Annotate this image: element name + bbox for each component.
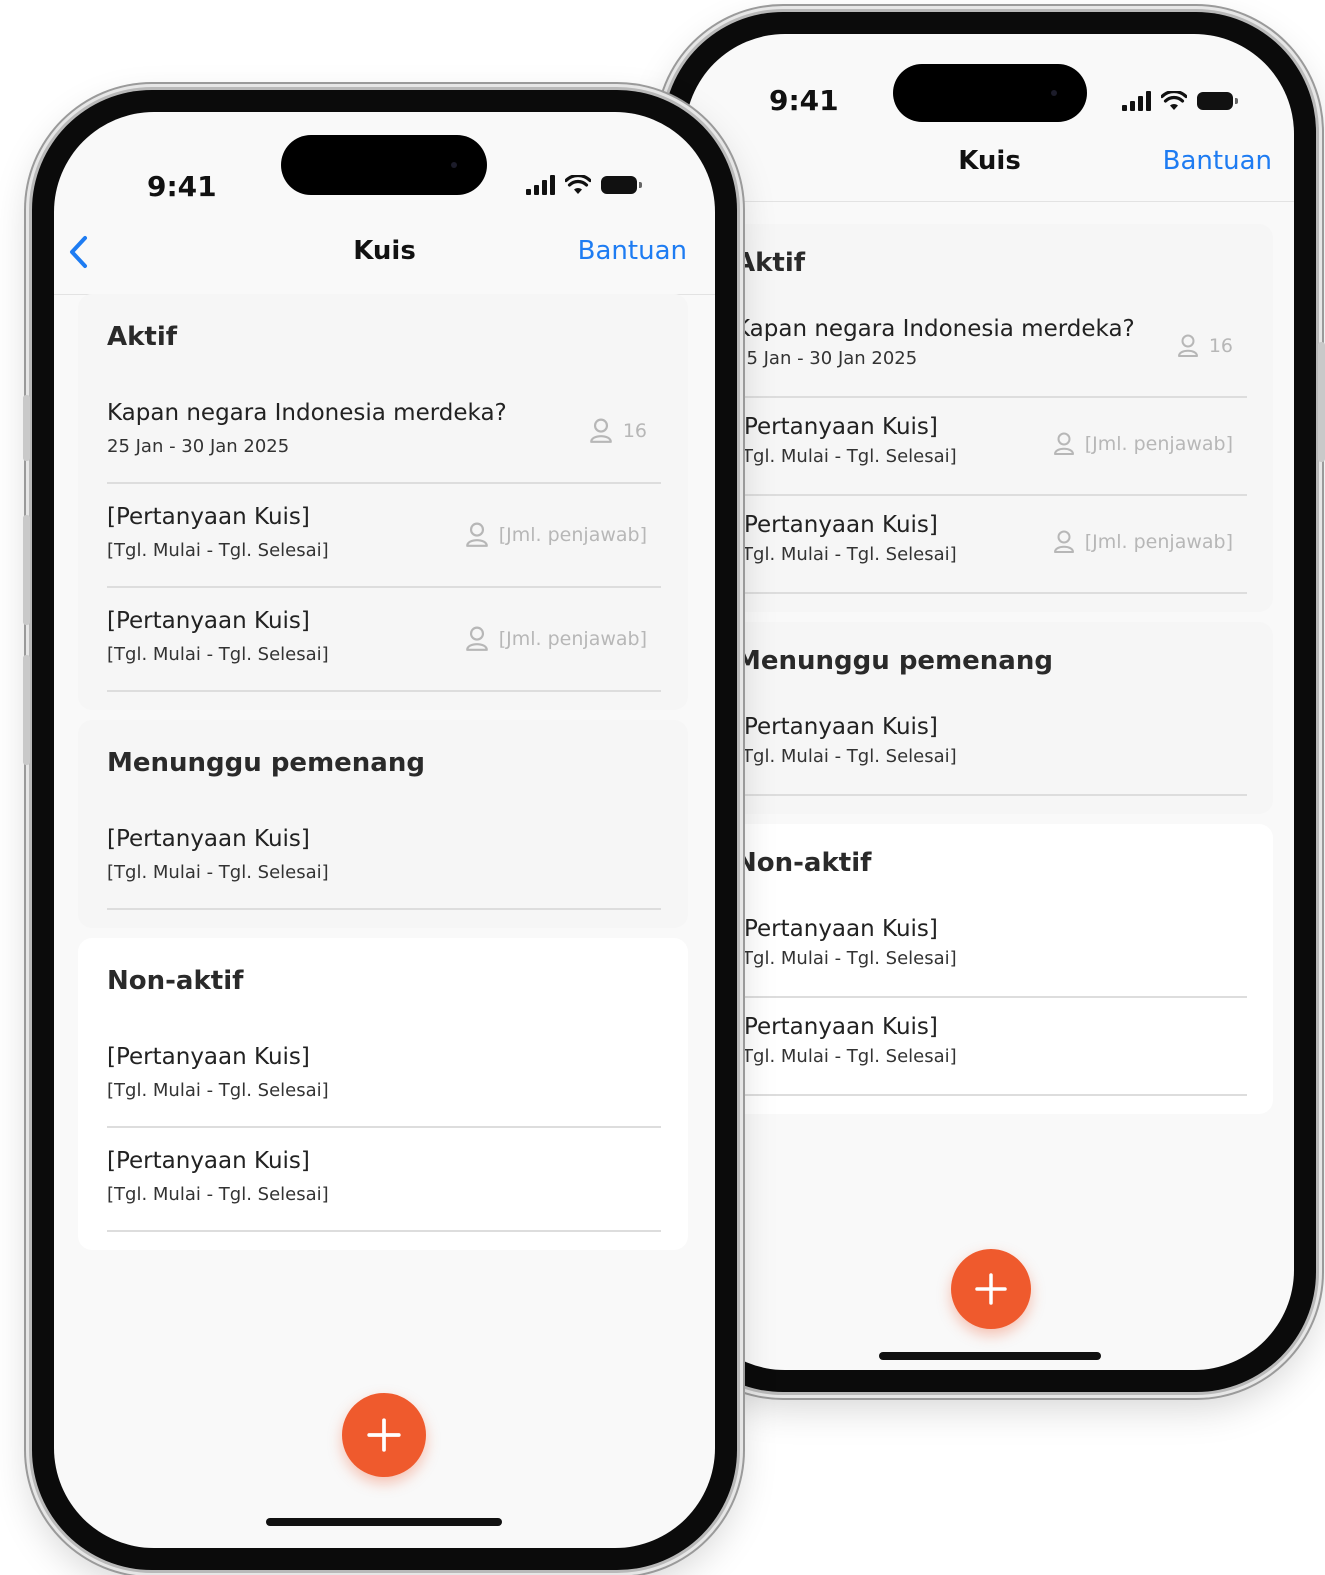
responder-count: 16 [1177,334,1233,358]
signal-icon [526,175,555,195]
quiz-question: [Pertanyaan Kuis] [735,1014,938,1040]
status-icons [1122,91,1238,111]
responder-count: 16 [589,418,647,444]
quiz-question: [Pertanyaan Kuis] [735,414,938,440]
person-icon [465,626,488,651]
section-card-inactive: Non-aktif [Pertanyaan Kuis] [Tgl. Mulai … [78,938,688,1250]
add-quiz-button[interactable] [951,1249,1031,1329]
phone-front: 9:41 Kuis Bantuan Aktif Kapan negara Ind… [23,90,737,1570]
quiz-item[interactable]: [Pertanyaan Kuis] [Tgl. Mulai - Tgl. Sel… [735,398,1247,496]
navbar: Kuis Bantuan [54,212,715,295]
section-card-active: Aktif Kapan negara Indonesia merdeka? 25… [78,294,688,710]
responder-value: [Jml. penjawab] [498,524,647,546]
quiz-dates: [Tgl. Mulai - Tgl. Selesai] [735,446,957,467]
responder-value: [Jml. penjawab] [1084,531,1233,553]
side-button [23,395,30,461]
wifi-icon [565,175,591,194]
quiz-dates: [Tgl. Mulai - Tgl. Selesai] [735,948,957,969]
quiz-item[interactable]: [Pertanyaan Kuis] [Tgl. Mulai - Tgl. Sel… [735,496,1247,594]
responder-value: 16 [1208,335,1233,357]
quiz-item[interactable]: [Pertanyaan Kuis] [Tgl. Mulai - Tgl. Sel… [107,1024,661,1128]
person-icon [1177,334,1198,357]
quiz-question: Kapan negara Indonesia merdeka? [735,316,1135,342]
quiz-question: [Pertanyaan Kuis] [735,714,938,740]
quiz-item[interactable]: [Pertanyaan Kuis] [Tgl. Mulai - Tgl. Sel… [735,698,1247,796]
quiz-question: [Pertanyaan Kuis] [735,512,938,538]
screen-back: 9:41 Kuis Bantuan Aktif Kapan negara Ind… [685,34,1294,1370]
responder-count: [Jml. penjawab] [465,626,647,652]
dynamic-island [893,64,1087,122]
side-button [1318,342,1325,462]
section-title-active: Aktif [107,322,178,352]
quiz-dates: [Tgl. Mulai - Tgl. Selesai] [107,540,329,561]
section-title-waiting: Menunggu pemenang [735,646,1053,676]
section-title-waiting: Menunggu pemenang [107,748,425,778]
plus-icon [367,1418,401,1452]
section-title-inactive: Non-aktif [107,966,244,996]
quiz-dates: 25 Jan - 30 Jan 2025 [735,348,918,369]
quiz-dates: 25 Jan - 30 Jan 2025 [107,436,290,457]
screen-front: 9:41 Kuis Bantuan Aktif Kapan negara Ind… [54,112,715,1548]
status-time: 9:41 [769,84,839,117]
plus-icon [975,1273,1007,1305]
section-title-active: Aktif [735,248,806,278]
navbar: Kuis Bantuan [685,126,1294,202]
person-icon [1053,432,1074,455]
responder-count: [Jml. penjawab] [465,522,647,548]
quiz-question: [Pertanyaan Kuis] [107,826,310,852]
quiz-dates: [Tgl. Mulai - Tgl. Selesai] [735,746,957,767]
quiz-dates: [Tgl. Mulai - Tgl. Selesai] [107,644,329,665]
side-button [23,515,30,625]
quiz-question: [Pertanyaan Kuis] [107,504,310,530]
quiz-item[interactable]: [Pertanyaan Kuis] [Tgl. Mulai - Tgl. Sel… [735,900,1247,998]
quiz-dates: [Tgl. Mulai - Tgl. Selesai] [735,1046,957,1067]
side-button [23,655,30,765]
section-card-inactive: Non-aktif [Pertanyaan Kuis] [Tgl. Mulai … [715,824,1273,1114]
section-card-active: Aktif Kapan negara Indonesia merdeka? 25… [715,224,1273,612]
quiz-question: [Pertanyaan Kuis] [735,916,938,942]
quiz-item[interactable]: [Pertanyaan Kuis] [Tgl. Mulai - Tgl. Sel… [107,806,661,910]
phone-back: 9:41 Kuis Bantuan Aktif Kapan negara Ind… [663,12,1325,1392]
dynamic-island [281,135,487,195]
battery-icon [601,176,642,194]
signal-icon [1122,91,1151,111]
battery-icon [1197,92,1238,110]
section-card-waiting: Menunggu pemenang [Pertanyaan Kuis] [Tgl… [78,720,688,928]
wifi-icon [1161,91,1187,110]
responder-count: [Jml. penjawab] [1053,432,1233,456]
quiz-item[interactable]: Kapan negara Indonesia merdeka? 25 Jan -… [735,300,1247,398]
quiz-question: [Pertanyaan Kuis] [107,1148,310,1174]
quiz-item[interactable]: Kapan negara Indonesia merdeka? 25 Jan -… [107,380,661,484]
quiz-dates: [Tgl. Mulai - Tgl. Selesai] [107,1184,329,1205]
person-icon [589,418,612,443]
home-indicator [879,1352,1101,1360]
status-icons [526,175,642,195]
status-time: 9:41 [147,170,217,203]
add-quiz-button[interactable] [342,1393,426,1477]
quiz-item[interactable]: [Pertanyaan Kuis] [Tgl. Mulai - Tgl. Sel… [735,998,1247,1096]
quiz-question: [Pertanyaan Kuis] [107,608,310,634]
person-icon [465,522,488,547]
help-button[interactable]: Bantuan [578,236,687,266]
quiz-dates: [Tgl. Mulai - Tgl. Selesai] [107,1080,329,1101]
quiz-question: Kapan negara Indonesia merdeka? [107,400,507,426]
section-card-waiting: Menunggu pemenang [Pertanyaan Kuis] [Tgl… [715,622,1273,814]
quiz-item[interactable]: [Pertanyaan Kuis] [Tgl. Mulai - Tgl. Sel… [107,484,661,588]
responder-value: [Jml. penjawab] [498,628,647,650]
responder-value: [Jml. penjawab] [1084,433,1233,455]
quiz-item[interactable]: [Pertanyaan Kuis] [Tgl. Mulai - Tgl. Sel… [107,588,661,692]
quiz-item[interactable]: [Pertanyaan Kuis] [Tgl. Mulai - Tgl. Sel… [107,1128,661,1232]
section-title-inactive: Non-aktif [735,848,872,878]
responder-count: [Jml. penjawab] [1053,530,1233,554]
quiz-question: [Pertanyaan Kuis] [107,1044,310,1070]
quiz-dates: [Tgl. Mulai - Tgl. Selesai] [735,544,957,565]
home-indicator [266,1518,502,1526]
person-icon [1053,530,1074,553]
responder-value: 16 [622,420,647,442]
quiz-dates: [Tgl. Mulai - Tgl. Selesai] [107,862,329,883]
help-button[interactable]: Bantuan [1163,146,1272,176]
